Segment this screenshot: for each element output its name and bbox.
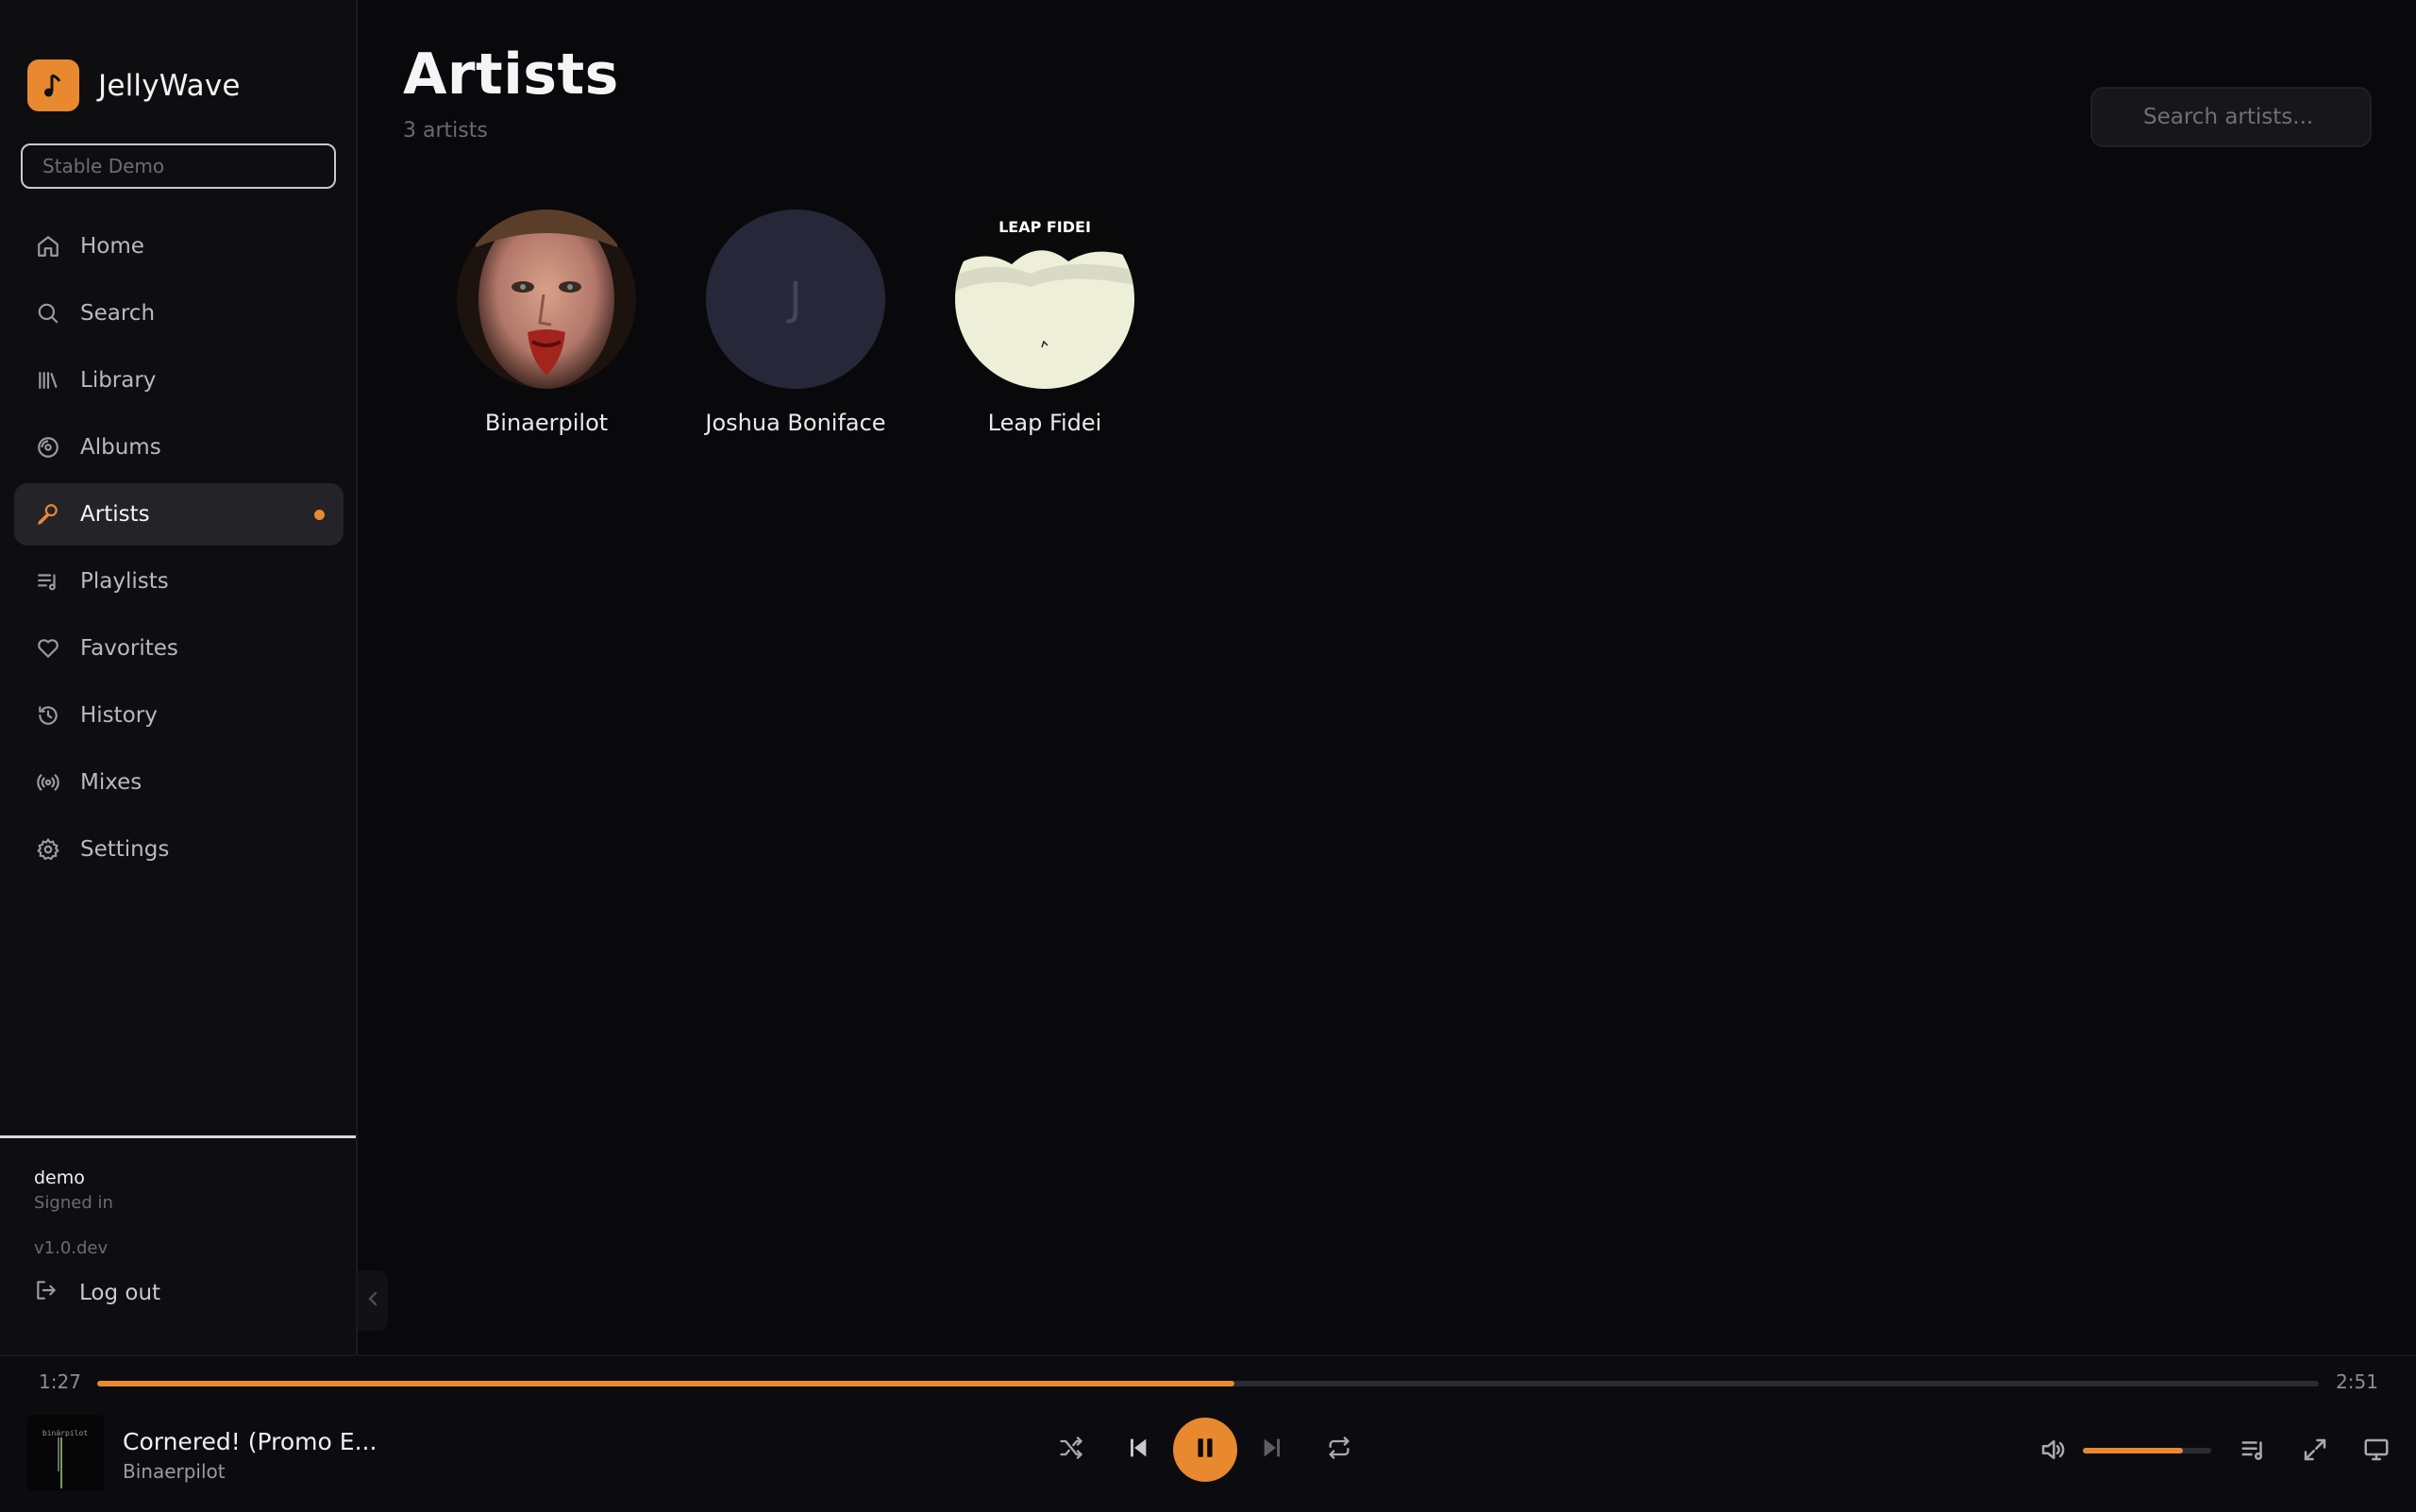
current-time: 1:27: [39, 1370, 81, 1393]
next-button[interactable]: [1240, 1417, 1306, 1483]
logout-label: Log out: [79, 1281, 161, 1305]
user-status: Signed in: [34, 1193, 113, 1213]
microphone-icon: [35, 501, 61, 528]
disc-icon: [35, 434, 61, 461]
sidebar-item-label: Artists: [80, 502, 150, 527]
artist-card-leap-fidei[interactable]: LEAP FIDEI Leap Fidei: [920, 210, 1169, 436]
main-content: Artists 3 artists Search artists... Bina…: [358, 0, 2416, 1354]
playback-controls: [1038, 1417, 1372, 1483]
artist-grid: Binaerpilot J Joshua Boniface LEAP FIDEI: [422, 210, 1169, 436]
volume-slider[interactable]: [2083, 1448, 2211, 1453]
app-version: v1.0.dev: [34, 1238, 109, 1258]
artist-initial: J: [788, 273, 803, 326]
artist-name: Joshua Boniface: [705, 410, 886, 436]
sidebar-item-settings[interactable]: Settings: [14, 818, 344, 881]
sidebar-item-label: Search: [80, 301, 156, 326]
artist-name: Binaerpilot: [484, 410, 609, 436]
shuffle-button[interactable]: [1038, 1417, 1104, 1483]
sidebar-footer: demo Signed in v1.0.dev Log out: [0, 1135, 356, 1305]
sidebar-item-mixes[interactable]: Mixes: [14, 751, 344, 814]
server-selector-label: Stable Demo: [42, 155, 165, 177]
search-artists-input[interactable]: [2090, 87, 2372, 147]
sidebar-item-label: Albums: [80, 435, 161, 460]
app-window: JellyWave Stable Demo Home Search Librar…: [0, 0, 2416, 1512]
page-title: Artists: [403, 42, 619, 108]
shuffle-icon: [1058, 1435, 1084, 1465]
sidebar-item-playlists[interactable]: Playlists: [14, 550, 344, 613]
sidebar-item-library[interactable]: Library: [14, 349, 344, 412]
skip-back-icon: [1124, 1435, 1150, 1465]
total-time: 2:51: [2336, 1370, 2378, 1393]
heart-icon: [35, 635, 61, 662]
sidebar-item-label: Home: [80, 234, 144, 259]
sidebar-item-label: Settings: [80, 837, 170, 862]
sidebar-item-label: Library: [80, 368, 157, 393]
artist-avatar: [457, 210, 636, 389]
queue-icon[interactable]: [2240, 1436, 2268, 1468]
player-extra-controls: [2038, 1417, 2416, 1483]
sidebar-item-search[interactable]: Search: [14, 282, 344, 344]
artist-avatar: LEAP FIDEI: [955, 210, 1134, 389]
active-indicator: [314, 509, 325, 520]
sidebar-item-label: Mixes: [80, 770, 143, 795]
now-playing-artwork[interactable]: binärpilot: [27, 1415, 104, 1491]
home-icon: [35, 233, 61, 260]
music-note-icon: [27, 59, 79, 111]
sidebar-item-albums[interactable]: Albums: [14, 416, 344, 479]
sidebar-item-history[interactable]: History: [14, 684, 344, 747]
search-icon: [35, 300, 61, 327]
artist-avatar-placeholder: J: [706, 210, 885, 389]
brand[interactable]: JellyWave: [27, 59, 241, 111]
sidebar-item-label: Favorites: [80, 636, 178, 661]
volume-icon[interactable]: [2038, 1436, 2067, 1468]
sidebar-item-home[interactable]: Home: [14, 215, 344, 277]
gear-icon: [35, 836, 61, 863]
server-selector[interactable]: Stable Demo: [21, 143, 336, 189]
player-bar: 1:27 2:51 binärpilot Cornered! (Promo E.…: [0, 1354, 2416, 1512]
progress-slider[interactable]: [97, 1381, 2319, 1386]
skip-forward-icon: [1260, 1435, 1286, 1465]
app-name: JellyWave: [98, 68, 241, 103]
previous-button[interactable]: [1104, 1417, 1170, 1483]
sidebar-item-label: History: [80, 703, 158, 728]
now-playing-title[interactable]: Cornered! (Promo E...: [123, 1428, 377, 1455]
user-name: demo: [34, 1168, 85, 1188]
artist-card-binaerpilot[interactable]: Binaerpilot: [422, 210, 671, 436]
logout-button[interactable]: Log out: [34, 1278, 160, 1308]
now-playing-artist[interactable]: Binaerpilot: [123, 1460, 226, 1483]
playlist-icon: [35, 568, 61, 595]
sidebar: JellyWave Stable Demo Home Search Librar…: [0, 0, 358, 1354]
repeat-button[interactable]: [1306, 1417, 1372, 1483]
library-icon: [35, 367, 61, 394]
radio-icon: [35, 769, 61, 796]
artist-card-joshua-boniface[interactable]: J Joshua Boniface: [671, 210, 920, 436]
volume-fill: [2083, 1448, 2184, 1453]
pause-button[interactable]: [1173, 1418, 1237, 1482]
expand-icon[interactable]: [2301, 1436, 2329, 1468]
artist-count: 3 artists: [403, 119, 488, 143]
pause-icon: [1193, 1436, 1217, 1464]
artwork-text: binärpilot: [42, 1429, 88, 1437]
cover-text: LEAP FIDEI: [998, 218, 1091, 236]
logout-icon: [34, 1278, 59, 1308]
sidebar-item-artists[interactable]: Artists: [14, 483, 344, 546]
history-icon: [35, 702, 61, 729]
progress-fill: [97, 1381, 1235, 1386]
repeat-icon: [1326, 1435, 1352, 1465]
sidebar-nav: Home Search Library Albums Artists Playl…: [14, 215, 344, 885]
artist-name: Leap Fidei: [987, 410, 1102, 436]
cast-device-icon[interactable]: [2362, 1436, 2391, 1468]
sidebar-item-label: Playlists: [80, 569, 169, 594]
sidebar-item-favorites[interactable]: Favorites: [14, 617, 344, 680]
